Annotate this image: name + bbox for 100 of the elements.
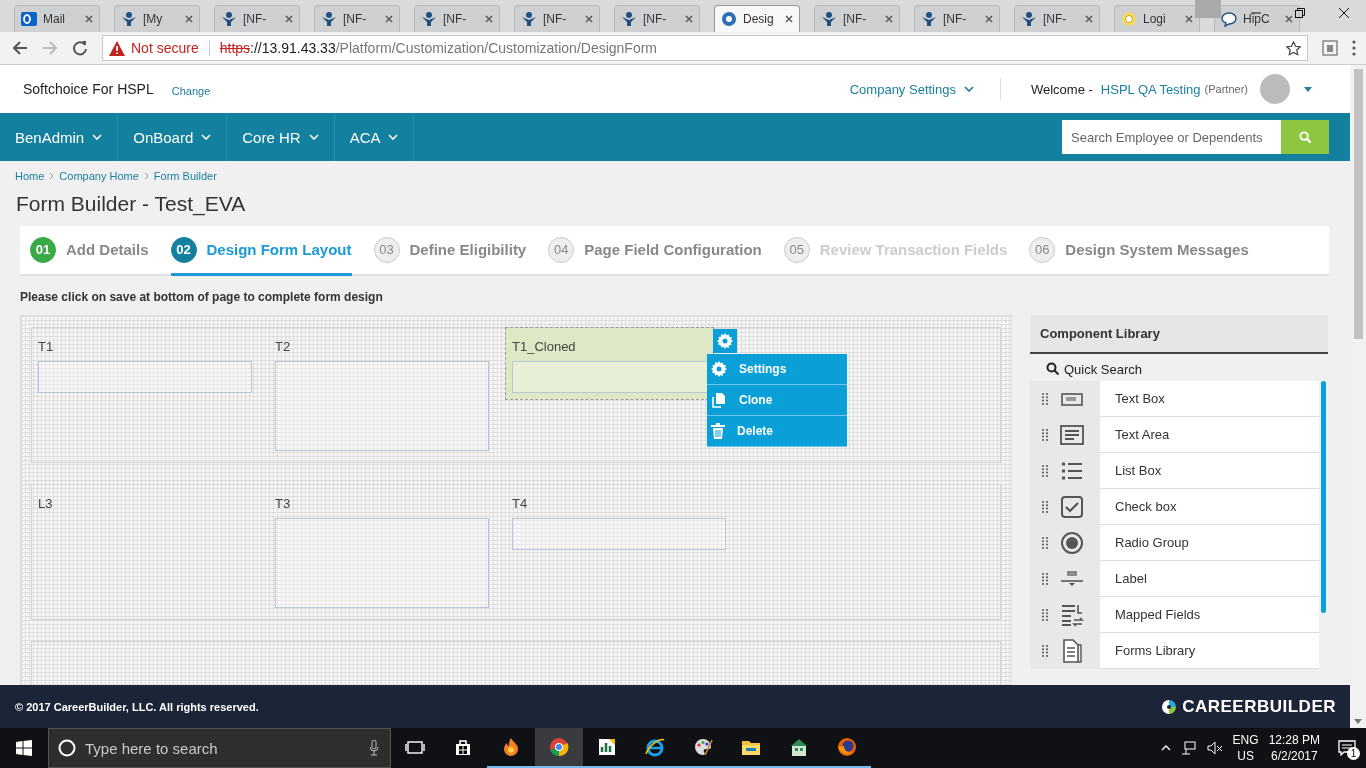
step-tab[interactable]: 01 Add Details [30,226,149,276]
extension-icon[interactable] [1322,40,1338,56]
settings-button[interactable] [713,329,737,353]
nav-menu[interactable]: OnBoard [118,113,228,161]
restore-icon[interactable] [1295,8,1305,18]
chevron-down-icon [963,86,974,92]
browser-tab[interactable]: Desig [714,5,800,32]
address-bar[interactable]: Not secure https://13.91.43.33/Platform/Customization/Customization/DesignForm [102,35,1308,61]
caret-icon[interactable] [1304,86,1312,92]
language-indicator[interactable]: ENG US [1232,732,1259,764]
step-tab[interactable]: 03 Define Eligibility [373,226,527,276]
browser-tab[interactable]: [NF- [614,5,700,32]
drag-handle-icon[interactable] [1042,465,1048,477]
panel-title: Component Library [1030,315,1328,354]
reload-icon[interactable] [72,40,88,56]
step-tab[interactable]: 04 Page Field Configuration [548,226,762,276]
browser-tab[interactable]: [NF- [514,5,600,32]
form-field[interactable]: T2 [269,328,495,457]
search-icon[interactable] [1046,362,1060,376]
chevron-down-icon [388,134,399,140]
breadcrumb-link[interactable]: Form Builder [153,170,217,182]
browser-tab[interactable]: Logi [1114,5,1200,32]
cortana-icon [58,739,76,757]
form-field[interactable]: T4 [506,485,732,556]
change-link[interactable]: Change [171,84,211,97]
field-label: L3 [38,496,53,511]
browser-tab[interactable]: [NF- [214,5,300,32]
step-number: 01 [30,236,56,263]
step-number: 04 [548,236,575,263]
taskbar-app[interactable] [535,728,583,768]
star-icon[interactable] [1286,40,1301,56]
quick-search-label[interactable]: Quick Search [1064,361,1143,377]
form-field[interactable]: T1_Cloned [506,328,713,399]
flame-icon [501,737,521,757]
windows-start-icon[interactable] [16,740,32,756]
browser-tab[interactable]: [My [114,5,200,32]
search-icon [1298,130,1312,144]
forward-icon [42,40,58,56]
chart-sheet-icon [597,737,617,757]
notification-count: 1 [1347,747,1360,760]
menu-icon[interactable] [1352,40,1356,56]
careerbuilder-logo[interactable]: CAREERBUILDER [1161,696,1336,717]
back-icon[interactable] [12,40,28,56]
network-icon[interactable] [1180,741,1197,755]
nav-menu[interactable]: ACA [334,113,415,161]
browser-tab[interactable]: Mail [14,5,100,32]
drag-handle-icon[interactable] [1042,393,1048,405]
drag-handle-icon[interactable] [1042,609,1048,621]
notification-button[interactable]: 1 [1338,740,1356,756]
drag-handle-icon[interactable] [1042,573,1048,585]
notification-icon [1338,740,1356,756]
radio-icon [1060,531,1084,555]
scrollbar-thumb[interactable] [1353,69,1363,339]
document-icon [1060,639,1084,663]
settings-icon [717,333,733,349]
form-field[interactable]: T3 [269,485,495,614]
breadcrumb-link[interactable]: Company Home [59,170,139,182]
scroll-down-icon[interactable] [1354,719,1362,724]
muted-speaker-icon[interactable] [1206,741,1223,755]
step-tab[interactable]: 02 Design Form Layout [170,226,352,276]
figure-icon [821,11,837,27]
figure-icon [1021,11,1037,27]
text-area-icon [1060,423,1084,447]
microphone-icon[interactable] [369,740,379,756]
drag-handle-icon[interactable] [1042,429,1048,441]
mapped-fields-icon [1060,603,1084,627]
close-icon[interactable] [785,15,793,23]
drag-handle-icon[interactable] [1042,501,1048,513]
drag-handle-icon[interactable] [1042,537,1048,549]
form-field[interactable]: T1 [32,328,258,399]
browser-tab[interactable]: [NF- [914,5,1000,32]
browser-tab[interactable]: [NF- [314,5,400,32]
field-label: T1 [38,339,54,354]
figure-icon [321,11,337,27]
fox-globe-icon [837,737,857,757]
form-field[interactable]: L3 [32,485,258,524]
welcome-text: Welcome - [1030,81,1093,97]
security-label[interactable]: Not secure [131,40,199,56]
chevron-down-icon [92,134,103,140]
search-field[interactable]: Type here to search [48,728,391,768]
nav-menu[interactable]: BenAdmin [0,113,119,161]
chevron-down-icon [201,134,212,140]
field-label: T4 [512,496,528,511]
figure-icon [421,11,437,27]
breadcrumb-link[interactable]: Home [15,170,45,182]
browser-tab[interactable]: [NF- [814,5,900,32]
company-settings-menu[interactable]: Company Settings [849,78,1001,100]
chevron-up-icon[interactable] [1160,745,1171,751]
browser-tab[interactable]: HipC [1214,5,1300,32]
drag-handle-icon[interactable] [1042,645,1048,657]
browser-tab[interactable]: [NF- [414,5,500,32]
browser-tab[interactable]: [NF- [1014,5,1100,32]
step-tab[interactable]: 06 Design System Messages [1029,226,1249,276]
search-field[interactable]: Search Employee or Dependents [1062,120,1281,154]
user-link[interactable]: HSPL QA Testing [1100,81,1201,97]
sun-icon [1121,11,1137,27]
scrollbar-thumb[interactable] [1321,381,1326,613]
nav-menu[interactable]: Core HR [227,113,335,161]
close-icon[interactable] [1339,8,1349,18]
clock[interactable]: 12:28 PM 6/2/2017 [1268,732,1320,764]
